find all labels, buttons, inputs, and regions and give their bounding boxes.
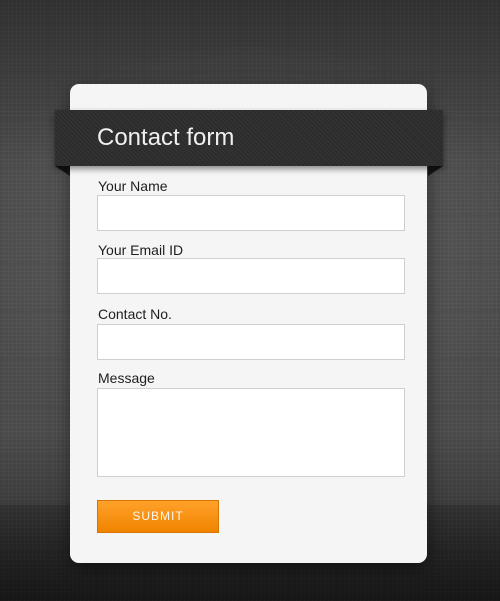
form-header-ribbon: Contact form [55,110,443,166]
ribbon-fold-right [428,166,443,176]
email-label: Your Email ID [98,242,184,258]
form-title: Contact form [97,124,235,151]
message-label: Message [98,370,155,386]
email-input[interactable] [97,258,405,294]
contact-number-label: Contact No. [98,306,172,322]
contact-number-input[interactable] [97,324,405,360]
submit-button[interactable]: SUBMIT [97,500,219,533]
name-label: Your Name [98,178,168,194]
message-textarea[interactable] [97,388,405,477]
ribbon-fold-left [55,166,70,176]
name-input[interactable] [97,195,405,231]
